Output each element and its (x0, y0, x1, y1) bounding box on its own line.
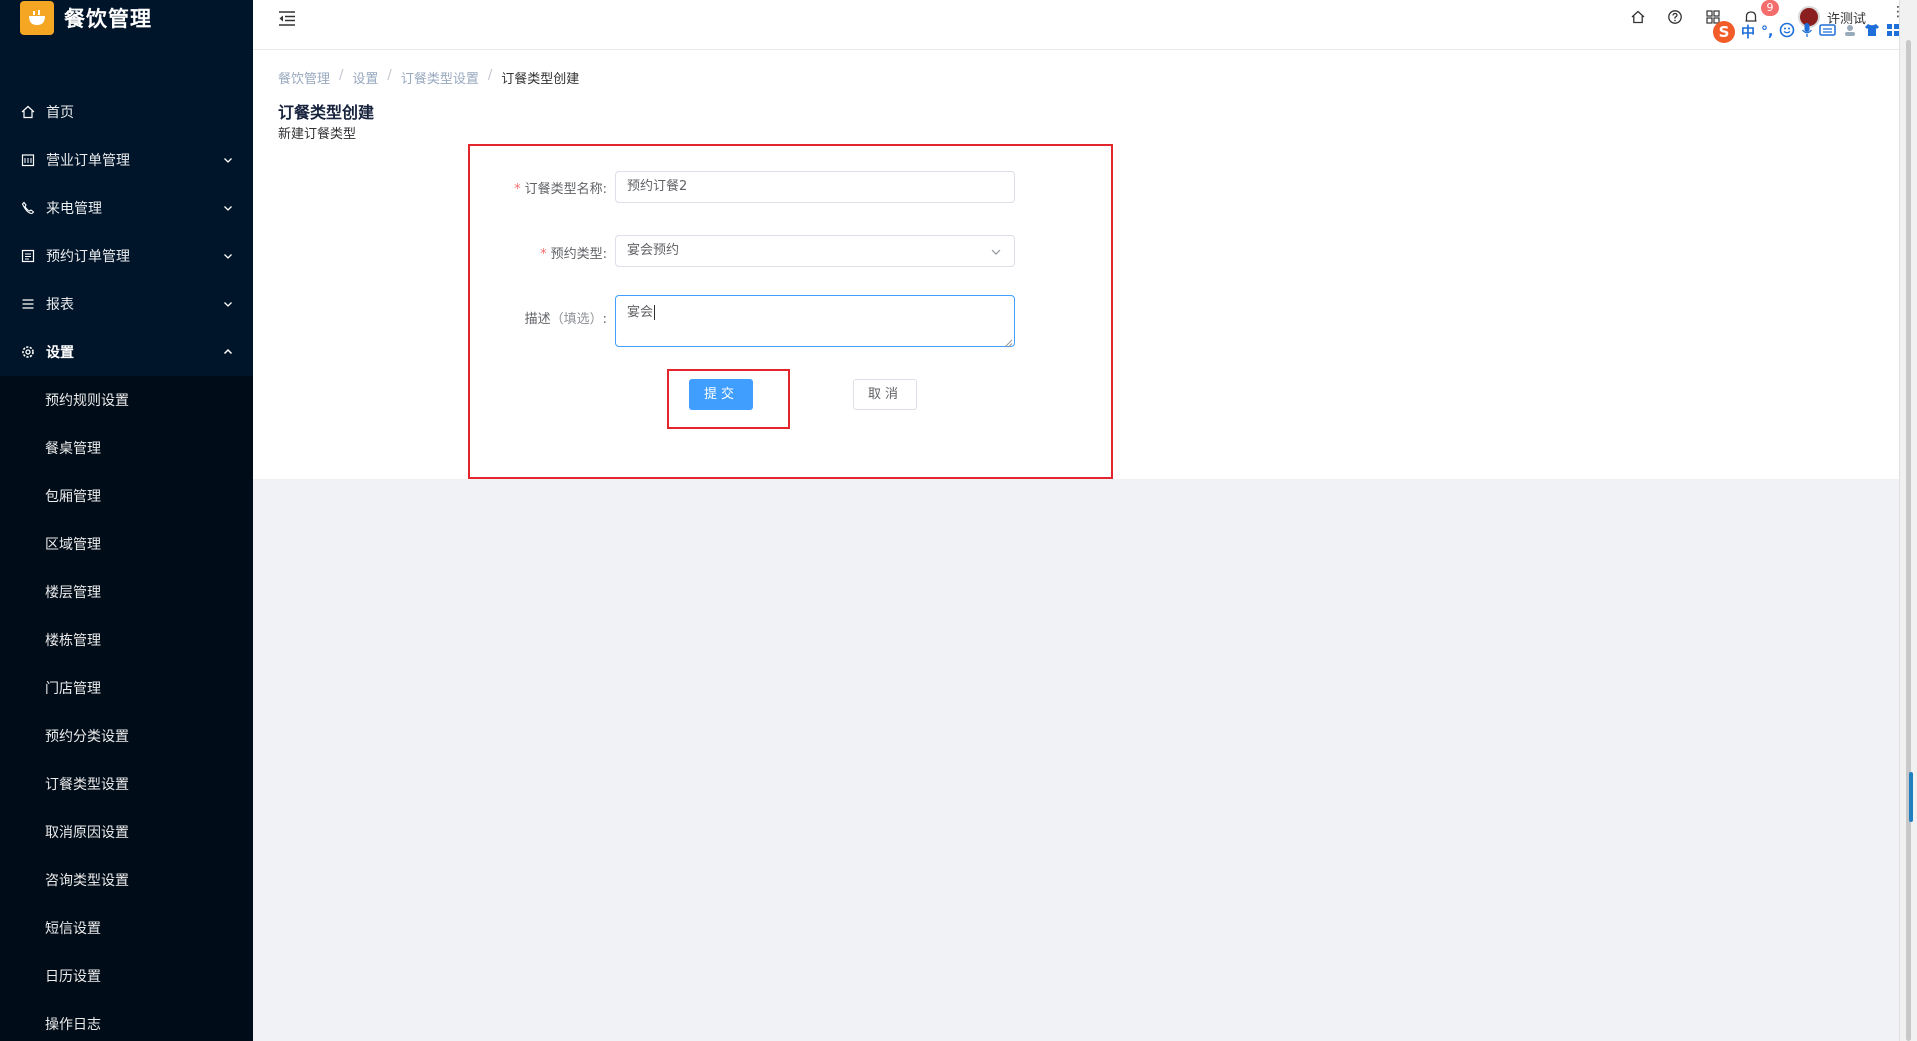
scroll-thumb[interactable] (1906, 40, 1911, 1041)
sidebar-item-buildings[interactable]: 楼栋管理 (0, 616, 253, 664)
home-icon[interactable] (1630, 9, 1646, 25)
ime-mode-label[interactable]: 中 (1741, 22, 1755, 42)
top-header: 9 许测试 ⋮ (253, 0, 1905, 50)
page-subtitle: 新建订餐类型 (278, 127, 357, 142)
breadcrumb-separator: / (387, 68, 392, 83)
help-icon[interactable] (1667, 9, 1683, 25)
menu-icon (20, 296, 36, 312)
sidebar-item-label: 首页 (46, 105, 74, 121)
calendar-icon (20, 152, 36, 168)
sidebar-item-reservation-orders[interactable]: 预约订单管理 (0, 232, 253, 280)
sidebar-item-label: 门店管理 (45, 681, 101, 697)
sidebar-item-private-rooms[interactable]: 包厢管理 (0, 472, 253, 520)
user-tool-icon[interactable] (1842, 22, 1858, 42)
form-highlight-box (468, 144, 1113, 479)
sidebar-item-cancel-reasons[interactable]: 取消原因设置 (0, 808, 253, 856)
sidebar-item-stores[interactable]: 门店管理 (0, 664, 253, 712)
sidebar-item-inquiry-types[interactable]: 咨询类型设置 (0, 856, 253, 904)
header-actions: 9 许测试 ⋮ (253, 0, 1905, 36)
scroll-marker (1909, 772, 1913, 822)
breadcrumb-item[interactable]: 订餐类型设置 (401, 68, 479, 87)
submit-highlight-box (667, 369, 790, 429)
list-icon (20, 248, 36, 264)
sidebar-item-label: 日历设置 (45, 969, 101, 985)
sidebar-item-label: 预约分类设置 (45, 729, 129, 745)
sidebar-item-floors[interactable]: 楼层管理 (0, 568, 253, 616)
sidebar-menu: 首页 营业订单管理 来电管理 预约订单管理 报表 设置 预约规则设置 餐桌管理 … (0, 88, 253, 1041)
breadcrumb-current: 订餐类型创建 (501, 72, 580, 87)
chevron-up-icon (223, 345, 233, 361)
sidebar-item-label: 包厢管理 (45, 489, 101, 505)
sidebar-item-calls[interactable]: 来电管理 (0, 184, 253, 232)
sidebar-item-label: 楼层管理 (45, 585, 101, 601)
chevron-down-icon (223, 201, 233, 217)
ime-punct-label[interactable]: °, (1761, 24, 1773, 40)
chevron-down-icon (223, 153, 233, 169)
phone-icon (20, 200, 36, 216)
microphone-icon[interactable] (1801, 22, 1813, 42)
breadcrumb-separator: / (487, 68, 493, 83)
logo-icon (20, 1, 54, 35)
sidebar-item-label: 预约规则设置 (45, 393, 129, 409)
sidebar-item-label: 区域管理 (45, 537, 101, 553)
ime-toolbar: S 中 °, (1713, 21, 1900, 43)
home-icon (20, 104, 36, 120)
sidebar-item-label: 取消原因设置 (45, 825, 129, 841)
sidebar-item-operation-log[interactable]: 操作日志 (0, 1000, 253, 1041)
sidebar-item-label: 餐桌管理 (45, 441, 101, 457)
sidebar-item-label: 短信设置 (45, 921, 101, 937)
sidebar-item-reservation-categories[interactable]: 预约分类设置 (0, 712, 253, 760)
settings-submenu: 预约规则设置 餐桌管理 包厢管理 区域管理 楼层管理 楼栋管理 门店管理 预约分… (0, 376, 253, 1041)
sidebar-item-home[interactable]: 首页 (0, 88, 253, 136)
sidebar-item-label: 预约订单管理 (46, 249, 130, 265)
sidebar-item-reservation-rules[interactable]: 预约规则设置 (0, 376, 253, 424)
app-title: 餐饮管理 (64, 7, 152, 31)
sidebar-item-label: 操作日志 (45, 1017, 101, 1033)
sidebar-item-meal-types[interactable]: 订餐类型设置 (0, 760, 253, 808)
sidebar-item-settings[interactable]: 设置 (0, 328, 253, 376)
sidebar-item-business-orders[interactable]: 营业订单管理 (0, 136, 253, 184)
breadcrumb-separator: / (339, 68, 344, 83)
sidebar-item-label: 订餐类型设置 (45, 777, 129, 793)
chevron-down-icon (223, 297, 233, 313)
breadcrumb: 餐饮管理 / 设置 / 订餐类型设置 / 订餐类型创建 (278, 68, 579, 87)
smiley-icon[interactable] (1779, 22, 1795, 42)
sidebar-item-reports[interactable]: 报表 (0, 280, 253, 328)
sidebar-item-label: 报表 (46, 297, 74, 313)
sidebar-item-areas[interactable]: 区域管理 (0, 520, 253, 568)
sidebar: 餐饮管理 首页 营业订单管理 来电管理 预约订单管理 报表 设置 预约规则设置 … (0, 0, 253, 1041)
page-title: 订餐类型创建 (278, 103, 375, 122)
gear-icon (20, 344, 36, 360)
sidebar-item-tables[interactable]: 餐桌管理 (0, 424, 253, 472)
keyboard-icon[interactable] (1819, 23, 1837, 41)
ime-logo-icon[interactable]: S (1713, 21, 1735, 43)
shirt-icon[interactable] (1864, 22, 1880, 42)
logo[interactable]: 餐饮管理 (0, 0, 253, 36)
sidebar-item-label: 咨询类型设置 (45, 873, 129, 889)
notification-badge: 9 (1761, 0, 1779, 16)
chevron-down-icon (223, 249, 233, 265)
breadcrumb-item[interactable]: 设置 (352, 68, 378, 87)
sidebar-item-label: 设置 (46, 345, 74, 361)
sidebar-item-label: 楼栋管理 (45, 633, 101, 649)
sidebar-item-sms[interactable]: 短信设置 (0, 904, 253, 952)
sidebar-item-label: 营业订单管理 (46, 153, 130, 169)
sidebar-item-label: 来电管理 (46, 201, 102, 217)
sidebar-item-calendar[interactable]: 日历设置 (0, 952, 253, 1000)
breadcrumb-item[interactable]: 餐饮管理 (278, 68, 330, 87)
